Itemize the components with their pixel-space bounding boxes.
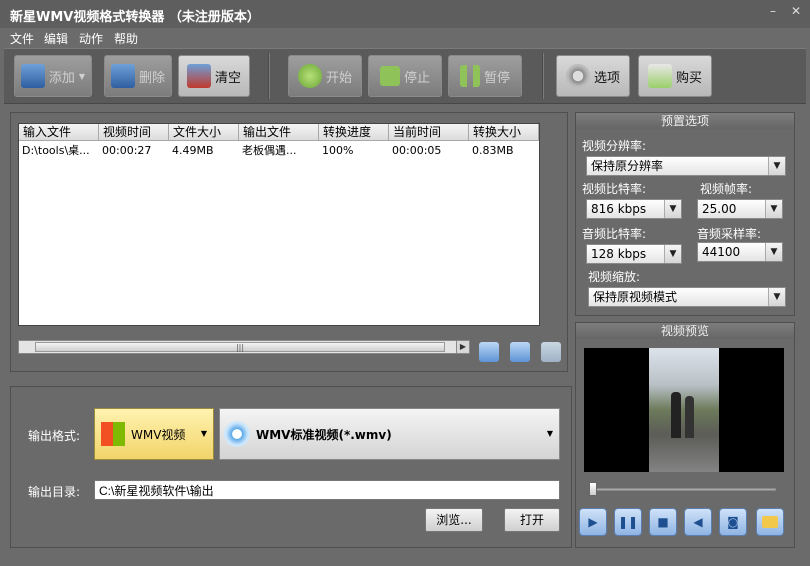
- watermark-en-text: anxz.com: [392, 293, 498, 318]
- person-figure: [685, 396, 694, 438]
- toolbar-separator: [542, 53, 544, 99]
- framerate-select[interactable]: 25.00 ▼: [697, 199, 783, 219]
- chevron-down-icon: ▼: [765, 243, 782, 261]
- output-format-label: 输出格式:: [28, 429, 81, 443]
- video-bitrate-label: 视频比特率:: [582, 182, 647, 196]
- samplerate-label: 音频采样率:: [697, 227, 762, 241]
- add-button[interactable]: 添加 ▼: [14, 55, 92, 97]
- preview-title: 视频预览: [576, 323, 794, 339]
- presets-title: 预置选项: [576, 113, 794, 129]
- folder-icon: [762, 516, 778, 528]
- toolbar-separator: [268, 53, 270, 99]
- video-frame-image: [649, 348, 719, 472]
- menu-bar: 文件 编辑 动作 帮助: [0, 28, 810, 48]
- chevron-down-icon: ▼: [664, 200, 681, 218]
- audio-bitrate-select[interactable]: 128 kbps ▼: [586, 244, 682, 264]
- table-cell[interactable]: 老板偶遇...: [239, 143, 319, 159]
- pause-button[interactable]: 暂停: [448, 55, 522, 97]
- table-cell[interactable]: 00:00:05: [389, 143, 469, 159]
- open-folder-button[interactable]: [756, 508, 784, 536]
- seek-slider-thumb[interactable]: [589, 482, 597, 496]
- column-header[interactable]: 转换进度: [319, 124, 389, 141]
- scale-select[interactable]: 保持原视频模式 ▼: [588, 287, 786, 307]
- format-profile-dropdown[interactable]: WMV标准视频(*.wmv) ▼: [219, 408, 560, 460]
- open-button[interactable]: 打开: [504, 508, 560, 532]
- chevron-down-icon: ▼: [765, 200, 782, 218]
- clear-button[interactable]: 清空: [178, 55, 250, 97]
- speaker-icon: ◀: [693, 515, 703, 529]
- column-header[interactable]: 输入文件: [19, 124, 99, 141]
- scrollbar-thumb[interactable]: |||: [35, 342, 445, 352]
- toolbar: 添加 ▼ 删除 清空 开始 停止 暂停 选项 购买: [4, 48, 806, 104]
- format-category-dropdown[interactable]: WMV视频 ▼: [94, 408, 214, 460]
- watermark-logo: 安下载 anxz.com: [306, 244, 498, 318]
- column-header[interactable]: 当前时间: [389, 124, 469, 141]
- resolution-label: 视频分辨率:: [582, 139, 647, 153]
- watermark-cn-text: 安下载: [388, 255, 478, 290]
- pause-preview-button[interactable]: ❚❚: [614, 508, 642, 536]
- stop-icon: [379, 66, 400, 86]
- video-bitrate-select[interactable]: 816 kbps ▼: [586, 199, 682, 219]
- table-cell[interactable]: D:\tools\桌...: [19, 143, 99, 159]
- close-button[interactable]: ✕: [789, 4, 803, 18]
- resolution-select[interactable]: 保持原分辨率 ▼: [586, 156, 786, 176]
- audio-bitrate-label: 音频比特率:: [582, 227, 647, 241]
- person-figure: [671, 392, 681, 438]
- wmv-profile-icon: [224, 421, 250, 447]
- stop-button[interactable]: 停止: [368, 55, 442, 97]
- table-cell[interactable]: 00:00:27: [99, 143, 169, 159]
- film-add-icon: [20, 64, 45, 88]
- column-header[interactable]: 转换大小: [469, 124, 539, 141]
- chevron-down-icon: ▼: [768, 288, 785, 306]
- stop-preview-button[interactable]: ■: [649, 508, 677, 536]
- move-down-icon[interactable]: [479, 342, 499, 362]
- horizontal-scrollbar[interactable]: |||: [18, 340, 470, 354]
- refresh-icon: [297, 64, 322, 88]
- film-clear-icon: [186, 64, 211, 88]
- menu-file[interactable]: 文件: [10, 30, 34, 47]
- column-header[interactable]: 文件大小: [169, 124, 239, 141]
- minimize-button[interactable]: –: [766, 4, 780, 18]
- stop-icon: ■: [657, 515, 669, 529]
- options-button[interactable]: 选项: [556, 55, 630, 97]
- gear-icon: [565, 64, 590, 88]
- table-cell[interactable]: 4.49MB: [169, 143, 239, 159]
- move-up-icon[interactable]: [510, 342, 530, 362]
- pause-icon: ❚❚: [617, 515, 639, 529]
- delete-button[interactable]: 删除: [104, 55, 172, 97]
- framerate-label: 视频帧率:: [700, 182, 753, 196]
- copy-icon[interactable]: [541, 342, 561, 362]
- menu-help[interactable]: 帮助: [114, 30, 138, 47]
- table-cell[interactable]: 100%: [319, 143, 389, 159]
- menu-action[interactable]: 动作: [79, 30, 103, 47]
- table-cell[interactable]: 0.83MB: [469, 143, 539, 159]
- window-title: 新星WMV视频格式转换器 （未注册版本）: [10, 10, 260, 25]
- buy-button[interactable]: 购买: [638, 55, 712, 97]
- output-dir-input[interactable]: [94, 480, 560, 500]
- scroll-right-button[interactable]: ▶: [456, 340, 470, 354]
- play-icon: ▶: [588, 515, 598, 529]
- chevron-down-icon: ▼: [768, 157, 785, 175]
- scale-label: 视频缩放:: [588, 270, 641, 284]
- windows-media-icon: [101, 422, 125, 446]
- column-header[interactable]: 视频时间: [99, 124, 169, 141]
- samplerate-select[interactable]: 44100 ▼: [697, 242, 783, 262]
- start-button[interactable]: 开始: [288, 55, 362, 97]
- pause-icon: [459, 65, 480, 87]
- snapshot-button[interactable]: ◙: [719, 508, 747, 536]
- output-dir-label: 输出目录:: [28, 485, 81, 499]
- film-remove-icon: [110, 64, 135, 88]
- column-header[interactable]: 输出文件: [239, 124, 319, 141]
- seek-slider[interactable]: [592, 488, 776, 491]
- play-button[interactable]: ▶: [579, 508, 607, 536]
- camera-icon: ◙: [727, 515, 739, 529]
- chevron-down-icon: ▼: [664, 245, 681, 263]
- menu-edit[interactable]: 编辑: [44, 30, 68, 47]
- shopping-cart-icon: [647, 64, 672, 88]
- volume-button[interactable]: ◀: [684, 508, 712, 536]
- browse-button[interactable]: 浏览...: [425, 508, 483, 532]
